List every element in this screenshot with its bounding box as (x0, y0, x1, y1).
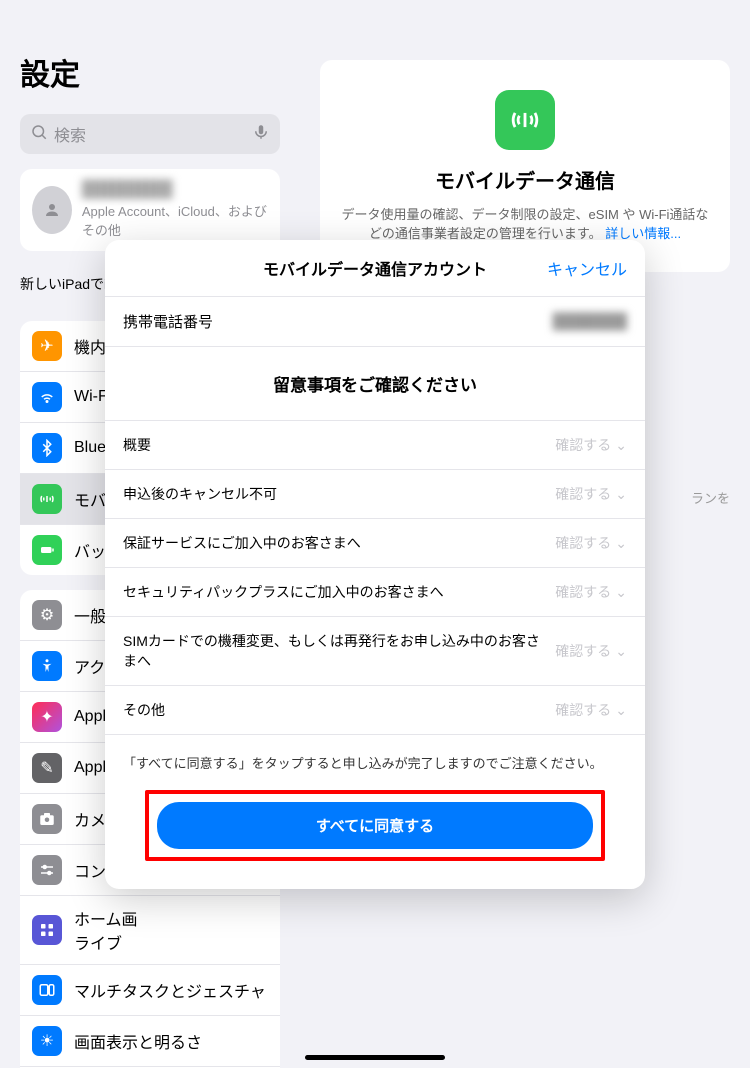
modal-section-title: 留意事項をご確認ください (105, 347, 645, 421)
agree-all-button[interactable]: すべてに同意する (157, 802, 593, 849)
modal-dialog: モバイルデータ通信アカウント キャンセル 携帯電話番号 ███████ 留意事項… (105, 240, 645, 889)
modal-header: モバイルデータ通信アカウント キャンセル (105, 240, 645, 297)
confirm-row-security[interactable]: セキュリティパックプラスにご加入中のお客さまへ 確認する⌄ (105, 568, 645, 617)
chevron-down-icon: ⌄ (615, 437, 627, 454)
chevron-down-icon: ⌄ (615, 486, 627, 503)
highlight-annotation: すべてに同意する (145, 790, 605, 861)
chevron-down-icon: ⌄ (615, 535, 627, 552)
chevron-down-icon: ⌄ (615, 643, 627, 660)
chevron-down-icon: ⌄ (615, 584, 627, 601)
confirm-row-sim[interactable]: SIMカードでの機種変更、もしくは再発行をお申し込み中のお客さまへ 確認する⌄ (105, 617, 645, 686)
confirm-row-other[interactable]: その他 確認する⌄ (105, 686, 645, 735)
phone-label: 携帯電話番号 (123, 311, 213, 332)
chevron-down-icon: ⌄ (615, 702, 627, 719)
phone-value: ███████ (553, 313, 627, 330)
confirm-row-overview[interactable]: 概要 確認する⌄ (105, 421, 645, 470)
confirm-action: 確認する⌄ (555, 435, 627, 455)
confirm-row-cancel-policy[interactable]: 申込後のキャンセル不可 確認する⌄ (105, 470, 645, 519)
phone-row: 携帯電話番号 ███████ (105, 297, 645, 347)
modal-note: 「すべてに同意する」をタップすると申し込みが完了しますのでご注意ください。 (105, 735, 645, 790)
cancel-button[interactable]: キャンセル (547, 256, 627, 280)
home-indicator[interactable] (305, 1055, 445, 1060)
confirm-row-warranty[interactable]: 保証サービスにご加入中のお客さまへ 確認する⌄ (105, 519, 645, 568)
